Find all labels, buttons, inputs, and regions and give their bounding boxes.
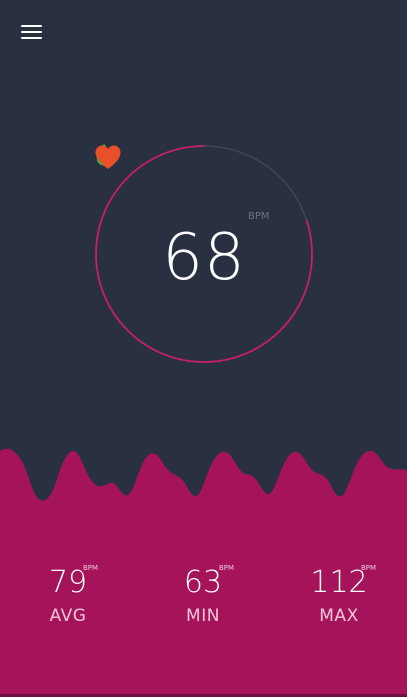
heart-rate-screen: 68 BPM 79 AVG BPM 63 MIN BPM 112 MAX BPM <box>0 0 407 697</box>
stat-avg-label: AVG <box>49 606 87 626</box>
bpm-unit-label: BPM <box>248 211 270 222</box>
stat-min-label: MIN <box>186 606 220 626</box>
stat-max-unit: BPM <box>361 564 377 572</box>
bpm-gauge: 68 BPM <box>94 144 314 364</box>
heart-icon <box>95 145 121 169</box>
stat-avg-value: 79 <box>48 565 88 600</box>
stat-min-unit: BPM <box>219 564 235 572</box>
stat-avg: 79 AVG BPM <box>18 560 118 626</box>
stats-panel: 79 AVG BPM 63 MIN BPM 112 MAX BPM <box>0 560 407 640</box>
stat-min-value: 63 <box>183 565 223 600</box>
bpm-value: 68 <box>162 221 246 295</box>
stat-avg-unit: BPM <box>83 564 99 572</box>
stat-max: 112 MAX BPM <box>289 560 389 626</box>
hamburger-menu-icon[interactable] <box>21 24 43 40</box>
stat-max-label: MAX <box>319 606 359 626</box>
stat-min: 63 MIN BPM <box>153 560 253 626</box>
